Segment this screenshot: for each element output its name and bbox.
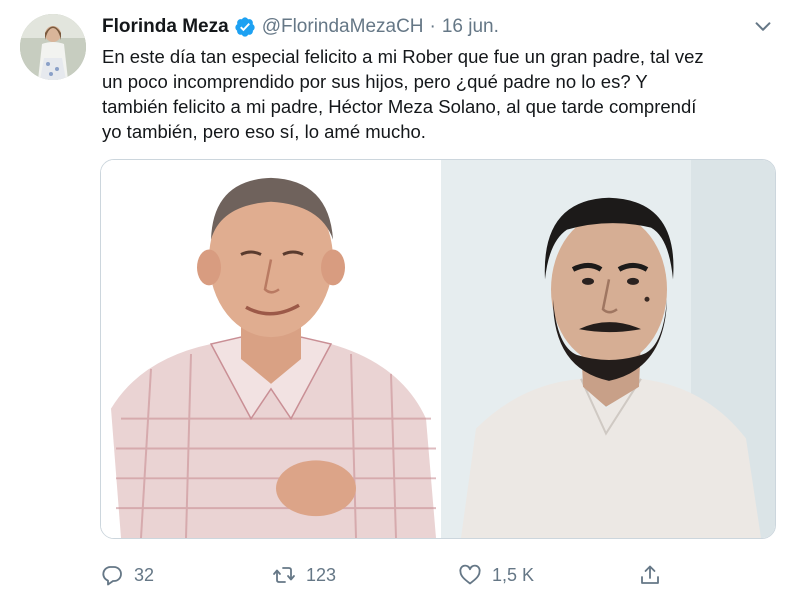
retweet-button[interactable]: 123	[272, 560, 336, 590]
tweet-actions: 32 123 1,5 K	[100, 560, 700, 590]
avatar[interactable]	[20, 14, 86, 80]
tweet-date[interactable]: 16 jun.	[442, 16, 499, 38]
tweet-card[interactable]: Florinda Meza @FlorindaMezaCH · 16 jun. …	[0, 0, 800, 604]
tweet-text-line: yo también, pero eso sí, lo amé mucho.	[102, 121, 426, 142]
photo-right[interactable]	[441, 160, 775, 538]
like-icon	[459, 564, 481, 585]
verified-badge-icon	[235, 17, 255, 37]
like-button[interactable]: 1,5 K	[458, 560, 534, 590]
share-icon	[641, 565, 659, 584]
photo-left[interactable]	[101, 160, 439, 538]
tweet-text: En este día tan especial felicito a mi R…	[102, 44, 792, 144]
tweet-text-line: un poco incomprendido por sus hijos, per…	[102, 71, 648, 92]
media-grid	[100, 159, 776, 539]
share-button[interactable]	[638, 560, 672, 590]
display-name[interactable]: Florinda Meza	[102, 16, 229, 38]
tweet-text-line: también felicito a mi padre, Héctor Meza…	[102, 96, 697, 117]
author-handle[interactable]: @FlorindaMezaCH	[262, 16, 424, 38]
reply-count: 32	[134, 564, 155, 585]
retweet-count: 123	[306, 564, 337, 585]
tweet-text-line: En este día tan especial felicito a mi R…	[102, 46, 704, 67]
chevron-down-icon[interactable]	[752, 16, 774, 38]
tweet-header: Florinda Meza @FlorindaMezaCH · 16 jun.	[102, 14, 780, 40]
retweet-icon	[273, 567, 295, 583]
like-count: 1,5 K	[492, 564, 535, 585]
reply-button[interactable]: 32	[100, 560, 154, 590]
reply-icon	[102, 566, 122, 586]
separator-dot: ·	[429, 16, 436, 37]
